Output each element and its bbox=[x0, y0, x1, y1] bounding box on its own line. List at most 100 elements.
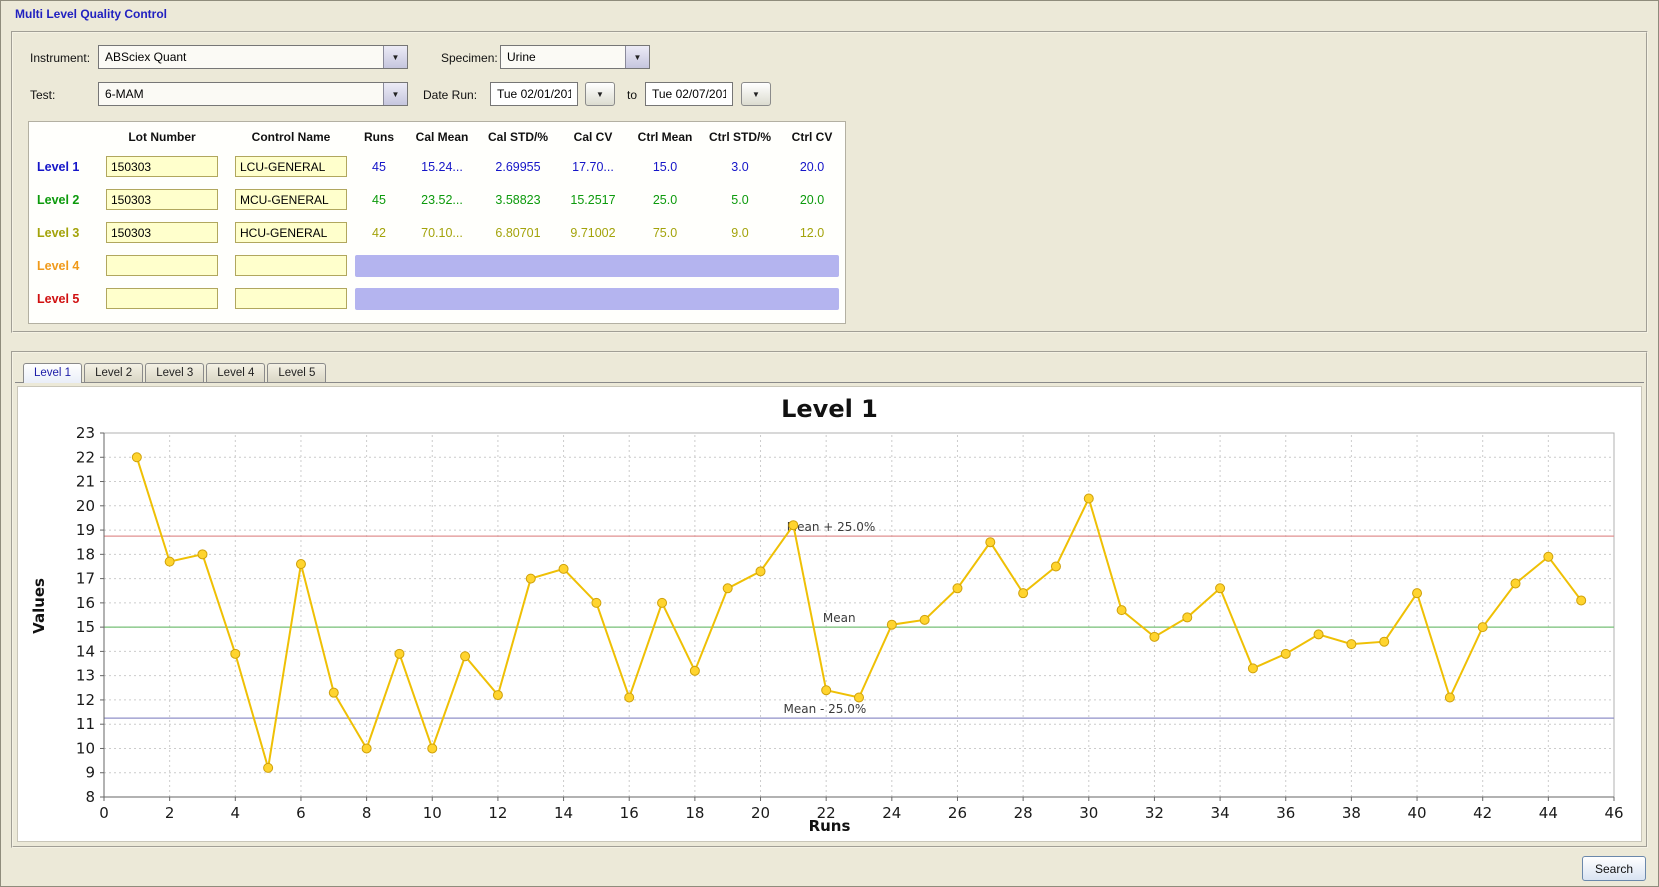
svg-text:14: 14 bbox=[76, 642, 95, 660]
specimen-select[interactable]: Urine ▼ bbox=[500, 45, 650, 69]
col-header-lot-number: Lot Number bbox=[128, 130, 196, 144]
runs-value: 45 bbox=[372, 192, 386, 207]
ctrl-std-value: 3.0 bbox=[731, 159, 749, 174]
svg-text:21: 21 bbox=[76, 473, 95, 491]
cal-cv-value: 9.71002 bbox=[570, 225, 616, 240]
svg-text:Mean - 25.0%: Mean - 25.0% bbox=[784, 702, 867, 716]
ctrl-mean-value: 25.0 bbox=[652, 192, 678, 207]
date-from-picker-button[interactable]: ▼ bbox=[585, 82, 615, 106]
col-header-ctrl-mean: Ctrl Mean bbox=[637, 130, 693, 144]
level-label: Level 5 bbox=[37, 291, 80, 306]
app-window: Multi Level Quality Control Instrument: … bbox=[0, 0, 1659, 887]
col-header-cal-mean: Cal Mean bbox=[415, 130, 469, 144]
levels-table-header: Lot Number Control Name Runs Cal Mean Ca… bbox=[29, 124, 845, 150]
test-label: Test: bbox=[30, 88, 56, 102]
svg-text:Mean: Mean bbox=[823, 611, 856, 625]
specimen-label: Specimen: bbox=[441, 51, 498, 65]
instrument-label: Instrument: bbox=[30, 51, 91, 65]
tab-level-1[interactable]: Level 1 bbox=[23, 363, 83, 383]
tab-level-4[interactable]: Level 4 bbox=[206, 363, 266, 382]
cal-mean-value: 15.24... bbox=[421, 159, 463, 174]
chevron-down-icon: ▼ bbox=[596, 89, 604, 99]
runs-value: 42 bbox=[372, 225, 386, 240]
levels-table: Lot Number Control Name Runs Cal Mean Ca… bbox=[28, 121, 846, 324]
ctrl-cv-value: 20.0 bbox=[799, 192, 825, 207]
lot-number-input[interactable] bbox=[106, 189, 218, 210]
chevron-down-icon: ▼ bbox=[752, 89, 760, 99]
instrument-value: ABSciex Quant bbox=[105, 50, 187, 64]
to-label: to bbox=[627, 88, 638, 102]
svg-text:10: 10 bbox=[76, 739, 95, 757]
lot-number-input[interactable] bbox=[106, 255, 218, 276]
svg-text:13: 13 bbox=[76, 667, 95, 685]
date-from-input[interactable] bbox=[490, 82, 578, 106]
chart-title: Level 1 bbox=[781, 395, 878, 423]
tab-level-2[interactable]: Level 2 bbox=[84, 363, 144, 382]
test-value: 6-MAM bbox=[105, 87, 144, 101]
instrument-select[interactable]: ABSciex Quant ▼ bbox=[98, 45, 408, 69]
date-to-picker-button[interactable]: ▼ bbox=[741, 82, 771, 106]
svg-text:17: 17 bbox=[76, 570, 95, 588]
table-row-level-5: Level 5 bbox=[29, 282, 845, 315]
level-tabs: Level 1 Level 2 Level 3 Level 4 Level 5 bbox=[15, 355, 1644, 383]
svg-text:20: 20 bbox=[76, 497, 95, 515]
lot-number-input[interactable] bbox=[106, 222, 218, 243]
svg-text:Mean + 25.0%: Mean + 25.0% bbox=[787, 520, 876, 534]
level-label: Level 1 bbox=[37, 159, 80, 174]
col-header-control-name: Control Name bbox=[251, 130, 331, 144]
tab-level-3[interactable]: Level 3 bbox=[145, 363, 205, 382]
table-row-level-4: Level 4 bbox=[29, 249, 845, 282]
col-header-ctrl-cv: Ctrl CV bbox=[791, 130, 833, 144]
cal-cv-value: 15.2517 bbox=[570, 192, 616, 207]
cal-std-value: 6.80701 bbox=[495, 225, 541, 240]
control-name-input[interactable] bbox=[235, 288, 347, 309]
svg-text:18: 18 bbox=[76, 545, 95, 563]
level-label: Level 2 bbox=[37, 192, 80, 207]
empty-values-band bbox=[355, 254, 839, 277]
chevron-down-icon[interactable]: ▼ bbox=[383, 46, 407, 68]
ctrl-cv-value: 20.0 bbox=[799, 159, 825, 174]
chart-x-axis-label: Runs bbox=[808, 817, 851, 835]
svg-text:11: 11 bbox=[76, 715, 95, 733]
col-header-ctrl-std: Ctrl STD/% bbox=[708, 130, 771, 144]
specimen-value: Urine bbox=[507, 50, 536, 64]
date-to-input[interactable] bbox=[645, 82, 733, 106]
svg-text:8: 8 bbox=[85, 788, 95, 806]
chart-panel: Level 1 Level 2 Level 3 Level 4 Level 5 … bbox=[11, 351, 1648, 848]
svg-text:16: 16 bbox=[76, 594, 95, 612]
control-name-input[interactable] bbox=[235, 156, 347, 177]
control-name-input[interactable] bbox=[235, 255, 347, 276]
search-button[interactable]: Search bbox=[1582, 856, 1646, 881]
runs-value: 45 bbox=[372, 159, 386, 174]
lot-number-input[interactable] bbox=[106, 288, 218, 309]
ctrl-std-value: 9.0 bbox=[731, 225, 749, 240]
level-label: Level 4 bbox=[37, 258, 80, 273]
ctrl-mean-value: 15.0 bbox=[652, 159, 678, 174]
control-name-input[interactable] bbox=[235, 189, 347, 210]
tab-level-5[interactable]: Level 5 bbox=[267, 363, 327, 382]
table-row-level-1: Level 1 45 15.24... 2.69955 17.70... 15.… bbox=[29, 150, 845, 183]
bottom-bar: Search bbox=[1582, 856, 1646, 881]
col-header-runs: Runs bbox=[364, 130, 394, 144]
cal-std-value: 2.69955 bbox=[495, 159, 541, 174]
table-row-level-3: Level 3 42 70.10... 6.80701 9.71002 75.0… bbox=[29, 216, 845, 249]
svg-text:22: 22 bbox=[76, 448, 95, 466]
test-select[interactable]: 6-MAM ▼ bbox=[98, 82, 408, 106]
chevron-down-icon[interactable]: ▼ bbox=[383, 83, 407, 105]
svg-text:9: 9 bbox=[85, 764, 95, 782]
level-label: Level 3 bbox=[37, 225, 80, 240]
cal-mean-value: 23.52... bbox=[421, 192, 463, 207]
col-header-cal-std: Cal STD/% bbox=[487, 130, 548, 144]
empty-values-band bbox=[355, 287, 839, 310]
col-header-cal-cv: Cal CV bbox=[573, 130, 613, 144]
lot-number-input[interactable] bbox=[106, 156, 218, 177]
filter-and-levels-panel: Instrument: ABSciex Quant ▼ Specimen: Ur… bbox=[11, 31, 1648, 333]
ctrl-cv-value: 12.0 bbox=[799, 225, 825, 240]
svg-text:23: 23 bbox=[76, 425, 95, 442]
chevron-down-icon[interactable]: ▼ bbox=[625, 46, 649, 68]
svg-text:12: 12 bbox=[76, 691, 95, 709]
page-title: Multi Level Quality Control bbox=[15, 7, 168, 21]
ctrl-std-value: 5.0 bbox=[731, 192, 749, 207]
control-name-input[interactable] bbox=[235, 222, 347, 243]
qc-chart: Level 1 Values Mean + 25.0% Mean Mean - 25… bbox=[17, 386, 1642, 842]
